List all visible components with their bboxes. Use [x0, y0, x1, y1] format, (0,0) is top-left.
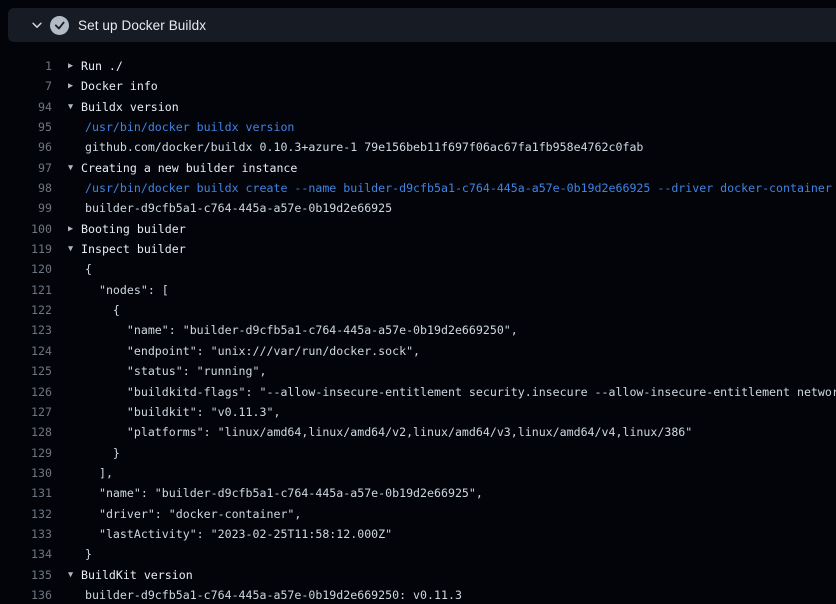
log-text: "lastActivity": "2023-02-25T11:58:12.000… — [85, 524, 392, 544]
line-number[interactable]: 125 — [0, 361, 52, 381]
log-line: 125 "status": "running", — [0, 361, 836, 381]
line-number[interactable]: 131 — [0, 483, 52, 503]
log-line: 128 "platforms": "linux/amd64,linux/amd6… — [0, 422, 836, 442]
log-text: "status": "running", — [85, 361, 266, 381]
line-number[interactable]: 132 — [0, 504, 52, 524]
log-view: 1▶Run ./7▶Docker info94▼Buildx version95… — [0, 42, 836, 604]
group-title: Creating a new builder instance — [81, 158, 297, 178]
log-group-row[interactable]: 119 ▼Inspect builder — [0, 239, 836, 259]
group-collapsed-icon[interactable]: ▶ — [68, 76, 81, 96]
log-line: 95/usr/bin/docker buildx version — [0, 117, 836, 137]
log-line: 130 ], — [0, 463, 836, 483]
line-number[interactable]: 95 — [0, 117, 52, 137]
log-text: /usr/bin/docker buildx version — [85, 117, 294, 137]
step-header[interactable]: Set up Docker Buildx — [8, 8, 836, 42]
log-text: } — [85, 544, 92, 564]
group-collapsed-icon[interactable]: ▶ — [68, 56, 81, 76]
log-line: 126 "buildkitd-flags": "--allow-insecure… — [0, 382, 836, 402]
log-line: 127 "buildkit": "v0.11.3", — [0, 402, 836, 422]
log-line: 129 } — [0, 443, 836, 463]
line-number[interactable]: 136 — [0, 585, 52, 604]
log-line: 124 "endpoint": "unix:///var/run/docker.… — [0, 341, 836, 361]
log-text: } — [85, 443, 120, 463]
line-number[interactable]: 98 — [0, 178, 52, 198]
group-title: Run ./ — [81, 56, 123, 76]
log-line: 131 "name": "builder-d9cfb5a1-c764-445a-… — [0, 483, 836, 503]
log-line: 132 "driver": "docker-container", — [0, 504, 836, 524]
chevron-down-icon[interactable] — [30, 18, 44, 32]
log-text: ], — [85, 463, 113, 483]
log-text: "name": "builder-d9cfb5a1-c764-445a-a57e… — [85, 483, 483, 503]
log-text: /usr/bin/docker buildx create --name bui… — [85, 178, 832, 198]
line-number[interactable]: 96 — [0, 137, 52, 157]
line-number[interactable]: 130 — [0, 463, 52, 483]
line-number[interactable]: 121 — [0, 280, 52, 300]
line-number[interactable]: 133 — [0, 524, 52, 544]
log-text: "endpoint": "unix:///var/run/docker.sock… — [85, 341, 420, 361]
log-text: "buildkit": "v0.11.3", — [85, 402, 280, 422]
check-circle-icon — [50, 16, 69, 35]
line-number[interactable]: 126 — [0, 382, 52, 402]
group-title: BuildKit version — [81, 565, 193, 585]
log-group-row[interactable]: 1 ▶Run ./ — [0, 56, 836, 76]
group-title: Inspect builder — [81, 239, 186, 259]
log-line: 98/usr/bin/docker buildx create --name b… — [0, 178, 836, 198]
line-number[interactable]: 120 — [0, 259, 52, 279]
log-line: 122 { — [0, 300, 836, 320]
chevron-down-glyph — [30, 18, 44, 32]
line-number[interactable]: 94 — [0, 97, 52, 117]
group-collapsed-icon[interactable]: ▶ — [68, 219, 81, 239]
log-line: 96 github.com/docker/buildx 0.10.3+azure-… — [0, 137, 836, 157]
check-circle-glyph — [50, 16, 69, 35]
group-title: Buildx version — [81, 97, 179, 117]
log-line: 133 "lastActivity": "2023-02-25T11:58:12… — [0, 524, 836, 544]
group-expanded-icon[interactable]: ▼ — [68, 97, 81, 117]
log-text: "platforms": "linux/amd64,linux/amd64/v2… — [85, 422, 692, 442]
line-number[interactable]: 124 — [0, 341, 52, 361]
log-line: 136 builder-d9cfb5a1-c764-445a-a57e-0b19d… — [0, 585, 836, 604]
log-text: builder-d9cfb5a1-c764-445a-a57e-0b19d2e6… — [85, 198, 392, 218]
log-line: 99 builder-d9cfb5a1-c764-445a-a57e-0b19d2… — [0, 198, 836, 218]
log-group-row[interactable]: 97 ▼Creating a new builder instance — [0, 158, 836, 178]
log-line: 121 "nodes": [ — [0, 280, 836, 300]
log-line: 123 "name": "builder-d9cfb5a1-c764-445a-… — [0, 320, 836, 340]
log-text: "driver": "docker-container", — [85, 504, 301, 524]
line-number[interactable]: 119 — [0, 239, 52, 259]
line-number[interactable]: 128 — [0, 422, 52, 442]
line-number[interactable]: 135 — [0, 565, 52, 585]
group-title: Booting builder — [81, 219, 186, 239]
line-number[interactable]: 1 — [0, 56, 52, 76]
log-line: 120 { — [0, 259, 836, 279]
group-expanded-icon[interactable]: ▼ — [68, 158, 81, 178]
log-text: builder-d9cfb5a1-c764-445a-a57e-0b19d2e6… — [85, 585, 462, 604]
log-text: { — [85, 259, 92, 279]
line-number[interactable]: 99 — [0, 198, 52, 218]
line-number[interactable]: 134 — [0, 544, 52, 564]
log-text: { — [85, 300, 120, 320]
log-group-row[interactable]: 7 ▶Docker info — [0, 76, 836, 96]
log-text: "name": "builder-d9cfb5a1-c764-445a-a57e… — [85, 320, 518, 340]
group-expanded-icon[interactable]: ▼ — [68, 239, 81, 259]
log-group-row[interactable]: 100 ▶Booting builder — [0, 219, 836, 239]
line-number[interactable]: 127 — [0, 402, 52, 422]
log-group-row[interactable]: 135 ▼BuildKit version — [0, 565, 836, 585]
line-number[interactable]: 122 — [0, 300, 52, 320]
log-text: "buildkitd-flags": "--allow-insecure-ent… — [85, 382, 836, 402]
line-number[interactable]: 123 — [0, 320, 52, 340]
step-title: Set up Docker Buildx — [78, 18, 206, 33]
line-number[interactable]: 97 — [0, 158, 52, 178]
line-number[interactable]: 100 — [0, 219, 52, 239]
line-number[interactable]: 7 — [0, 76, 52, 96]
log-text: "nodes": [ — [85, 280, 169, 300]
log-line: 134} — [0, 544, 836, 564]
log-group-row[interactable]: 94 ▼Buildx version — [0, 97, 836, 117]
group-expanded-icon[interactable]: ▼ — [68, 565, 81, 585]
group-title: Docker info — [81, 76, 158, 96]
log-text: github.com/docker/buildx 0.10.3+azure-1 … — [85, 137, 643, 157]
line-number[interactable]: 129 — [0, 443, 52, 463]
